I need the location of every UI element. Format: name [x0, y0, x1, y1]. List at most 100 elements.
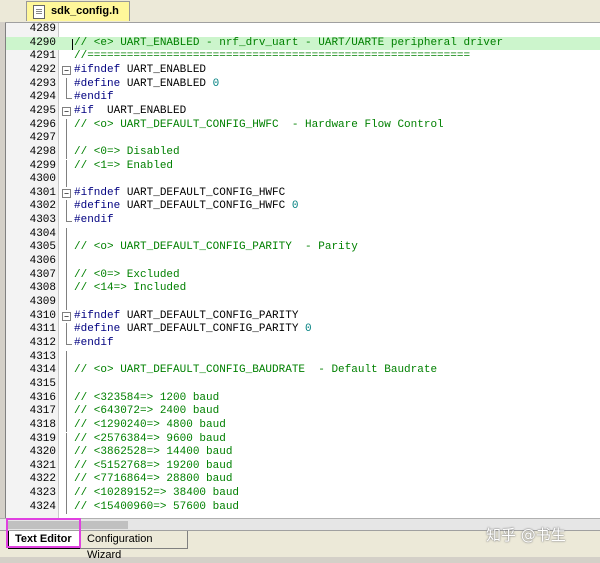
code-line[interactable]: 4309 — [6, 296, 600, 310]
code-line[interactable]: 4316 // <323584=> 1200 baud — [6, 391, 600, 406]
code-line[interactable]: 4303 #endif — [6, 214, 600, 228]
code-line[interactable]: 4312 #endif — [6, 336, 600, 351]
code-line[interactable]: 4298 // <0=> Disabled — [6, 145, 600, 160]
fold-guide — [66, 132, 67, 146]
code-text: // <10289152=> 38400 baud — [74, 487, 239, 501]
file-tab-bar: sdk_config.h — [0, 0, 600, 23]
line-number: 4293 — [29, 77, 56, 90]
code-token: #ifndef — [74, 63, 127, 76]
code-text: #define UART_ENABLED 0 — [74, 78, 219, 92]
code-line[interactable]: 4315 — [6, 377, 600, 392]
code-text: #endif — [74, 337, 114, 351]
fold-guide — [66, 432, 67, 447]
code-line[interactable]: 4317 // <643072=> 2400 baud — [6, 405, 600, 419]
line-number: 4308 — [29, 282, 56, 295]
line-number: 4319 — [29, 432, 56, 445]
line-number: 4320 — [29, 446, 56, 459]
line-number: 4296 — [29, 118, 56, 131]
text-cursor — [72, 38, 73, 50]
code-token: UART_DEFAULT_CONFIG_PARITY — [126, 323, 306, 336]
line-number: 4323 — [29, 487, 56, 500]
code-line[interactable]: 4289 — [6, 23, 600, 37]
code-line[interactable]: 4308 // <14=> Included — [6, 282, 600, 296]
code-token: // <o> UART_DEFAULT_CONFIG_PARITY - Pari… — [74, 241, 358, 254]
fold-guide — [66, 241, 67, 256]
code-text: // <323584=> 1200 baud — [74, 392, 219, 406]
fold-guide — [66, 159, 67, 174]
code-line[interactable]: 4295− #if UART_ENABLED — [6, 105, 600, 119]
code-line[interactable]: 4324 // <15400960=> 57600 baud — [6, 500, 600, 515]
code-line[interactable]: 4314 // <o> UART_DEFAULT_CONFIG_BAUDRATE … — [6, 364, 600, 378]
code-line[interactable]: 4297 — [6, 132, 600, 146]
code-token: 0 — [291, 200, 299, 213]
highlight-annotation-box — [6, 518, 81, 548]
code-line[interactable]: 4318 // <1290240=> 4800 baud — [6, 418, 600, 433]
fold-toggle-icon[interactable]: − — [62, 65, 71, 75]
code-line[interactable]: 4300 — [6, 173, 600, 187]
code-token: // <3862528=> 14400 baud — [74, 446, 233, 459]
code-line[interactable]: 4304 — [6, 227, 600, 242]
file-tab-label: sdk_config.h — [51, 5, 119, 17]
code-line[interactable]: 4291 //==================================… — [6, 50, 600, 64]
code-line[interactable]: 4321 // <5152768=> 19200 baud — [6, 459, 600, 474]
code-line[interactable]: 4306 — [6, 255, 600, 269]
code-line[interactable]: 4323 // <10289152=> 38400 baud — [6, 487, 600, 501]
code-token: UART_ENABLED — [126, 77, 213, 90]
code-text: // <e> UART_ENABLED - nrf_drv_uart - UAR… — [74, 37, 503, 51]
fold-end-marker — [66, 214, 72, 223]
code-line[interactable]: 4310− #ifndef UART_DEFAULT_CONFIG_PARITY — [6, 310, 600, 324]
line-number: 4292 — [29, 63, 56, 76]
code-line[interactable]: 4292− #ifndef UART_ENABLED — [6, 64, 600, 78]
code-editor[interactable]: 4289 4290 // <e> UART_ENABLED - nrf_drv_ua… — [5, 23, 600, 518]
tab-configuration-wizard[interactable]: Configuration Wizard — [80, 531, 188, 561]
code-line[interactable]: 4320 // <3862528=> 14400 baud — [6, 446, 600, 460]
code-text: #ifndef UART_DEFAULT_CONFIG_PARITY — [74, 310, 298, 324]
code-token: #define — [74, 77, 127, 90]
code-token: // <2576384=> 9600 baud — [74, 432, 226, 445]
code-line[interactable]: 4290 // <e> UART_ENABLED - nrf_drv_uart -… — [6, 36, 600, 51]
line-number: 4297 — [29, 132, 56, 145]
fold-toggle-icon[interactable]: − — [62, 106, 71, 116]
fold-toggle-icon[interactable]: − — [62, 188, 71, 198]
fold-guide — [66, 405, 67, 419]
line-number: 4294 — [29, 91, 56, 104]
line-number: 4301 — [29, 186, 56, 199]
code-line[interactable]: 4307 // <0=> Excluded — [6, 268, 600, 283]
line-number: 4313 — [29, 350, 56, 363]
line-number: 4315 — [29, 377, 56, 390]
fold-toggle-icon[interactable]: − — [62, 311, 71, 321]
code-line[interactable]: 4296 // <o> UART_DEFAULT_CONFIG_HWFC - Ha… — [6, 118, 600, 133]
line-number: 4316 — [29, 391, 56, 404]
line-number: 4322 — [29, 473, 56, 486]
code-token: UART_DEFAULT_CONFIG_HWFC — [126, 186, 286, 199]
code-line[interactable]: 4294 #endif — [6, 91, 600, 105]
code-text: // <3862528=> 14400 baud — [74, 446, 232, 460]
code-line[interactable]: 4311 #define UART_DEFAULT_CONFIG_PARITY 0 — [6, 323, 600, 337]
code-token: UART_ENABLED — [126, 63, 207, 76]
fold-guide — [66, 446, 67, 460]
fold-guide — [66, 118, 67, 133]
fold-guide — [66, 418, 67, 433]
line-number: 4302 — [29, 200, 56, 213]
code-line[interactable]: 4305 // <o> UART_DEFAULT_CONFIG_PARITY - … — [6, 241, 600, 256]
code-token: #define — [74, 200, 127, 213]
code-text: // <5152768=> 19200 baud — [74, 460, 232, 474]
line-number: 4295 — [29, 104, 56, 117]
fold-guide — [66, 145, 67, 160]
fold-guide — [66, 350, 67, 365]
code-line[interactable]: 4301− #ifndef UART_DEFAULT_CONFIG_HWFC — [6, 187, 600, 201]
code-line[interactable]: 4299 // <1=> Enabled — [6, 159, 600, 174]
code-line[interactable]: 4313 — [6, 350, 600, 365]
code-line[interactable]: 4319 // <2576384=> 9600 baud — [6, 432, 600, 447]
code-token: #endif — [74, 91, 114, 104]
code-token: #ifndef — [74, 309, 127, 322]
code-text: //======================================… — [74, 50, 470, 64]
fold-guide — [66, 391, 67, 406]
line-number: 4306 — [29, 255, 56, 268]
code-line[interactable]: 4322 // <7716864=> 28800 baud — [6, 473, 600, 488]
code-line[interactable]: 4302 #define UART_DEFAULT_CONFIG_HWFC 0 — [6, 200, 600, 215]
file-tab-sdk-config[interactable]: sdk_config.h — [26, 1, 130, 21]
line-number: 4298 — [29, 145, 56, 158]
code-line[interactable]: 4293 #define UART_ENABLED 0 — [6, 77, 600, 92]
code-text: #define UART_DEFAULT_CONFIG_PARITY 0 — [74, 323, 312, 337]
